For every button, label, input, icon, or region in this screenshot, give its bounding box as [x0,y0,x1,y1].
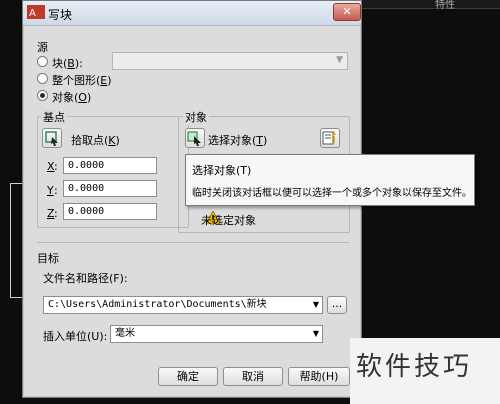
close-button[interactable]: ✕ [333,3,361,21]
objects-heading: 对象 [183,109,209,125]
select-objects-label: 选择对象(T) [208,134,268,147]
insert-units-label: 插入单位(U): [43,330,108,343]
divider [37,242,349,243]
radio-entire-drawing[interactable] [37,73,48,84]
drawing-line [10,183,11,298]
radio-objects[interactable] [37,90,48,101]
radio-block-label: 块(B): [52,57,83,70]
watermark-text: 软件技巧 [356,352,473,382]
close-icon: ✕ [342,5,352,18]
file-path-value: C:\Users\Administrator\Documents\新块 [48,299,267,310]
quick-select-button[interactable] [320,128,340,148]
chevron-down-icon: ▼ [336,55,343,65]
browse-button[interactable]: ... [327,296,347,314]
y-colon: : [54,184,58,197]
select-objects-tooltip: 选择对象(T) 临时关闭该对话框以便可以选择一个或多个对象以保存至文件。 [185,154,475,206]
radio-entire-drawing-label: 整个图形(E) [52,74,112,87]
cad-toolbar-strip [360,0,500,9]
svg-text:A: A [29,8,36,19]
z-coordinate-input[interactable]: 0.0000 [63,203,157,220]
file-path-combo[interactable]: C:\Users\Administrator\Documents\新块 ▼ [43,296,323,314]
base-point-heading: 基点 [41,109,67,125]
y-coordinate-input[interactable]: 0.0000 [63,180,157,197]
z-colon: : [54,207,58,220]
radio-objects-label: 对象(O) [52,91,92,104]
properties-label: 特性 [435,0,455,11]
insert-units-select[interactable]: 毫米 ▼ [110,325,323,343]
pick-point-icon [45,131,58,146]
select-objects-icon [187,131,201,146]
help-button[interactable]: 帮助(H) [288,367,350,386]
source-heading: 源 [37,41,48,54]
autocad-app-icon: A [27,5,45,19]
x-colon: : [54,160,58,173]
insert-units-value: 毫米 [115,328,135,339]
block-name-combo[interactable]: ▼ [112,52,348,70]
tooltip-body: 临时关闭该对话框以便可以选择一个或多个对象以保存至文件。 [192,188,472,199]
quick-select-icon [322,131,336,145]
y-label: Y [47,184,54,197]
cancel-button[interactable]: 取消 [223,367,283,386]
target-heading: 目标 [37,252,59,265]
chevron-down-icon: ▼ [312,300,319,309]
pick-point-label: 拾取点(K) [71,134,120,147]
select-objects-button[interactable] [185,128,205,148]
radio-block[interactable] [37,56,48,67]
pick-point-button[interactable] [42,128,62,148]
chevron-down-icon: ▼ [312,329,319,338]
ok-button[interactable]: 确定 [158,367,218,386]
tooltip-title: 选择对象(T) [192,164,252,177]
path-label: 文件名和路径(F): [43,272,128,285]
title-bar[interactable]: A 写块 ✕ [23,1,361,26]
dialog-title: 写块 [48,8,73,22]
x-coordinate-input[interactable]: 0.0000 [63,157,157,174]
no-objects-selected-status: 未选定对象 [201,214,256,227]
